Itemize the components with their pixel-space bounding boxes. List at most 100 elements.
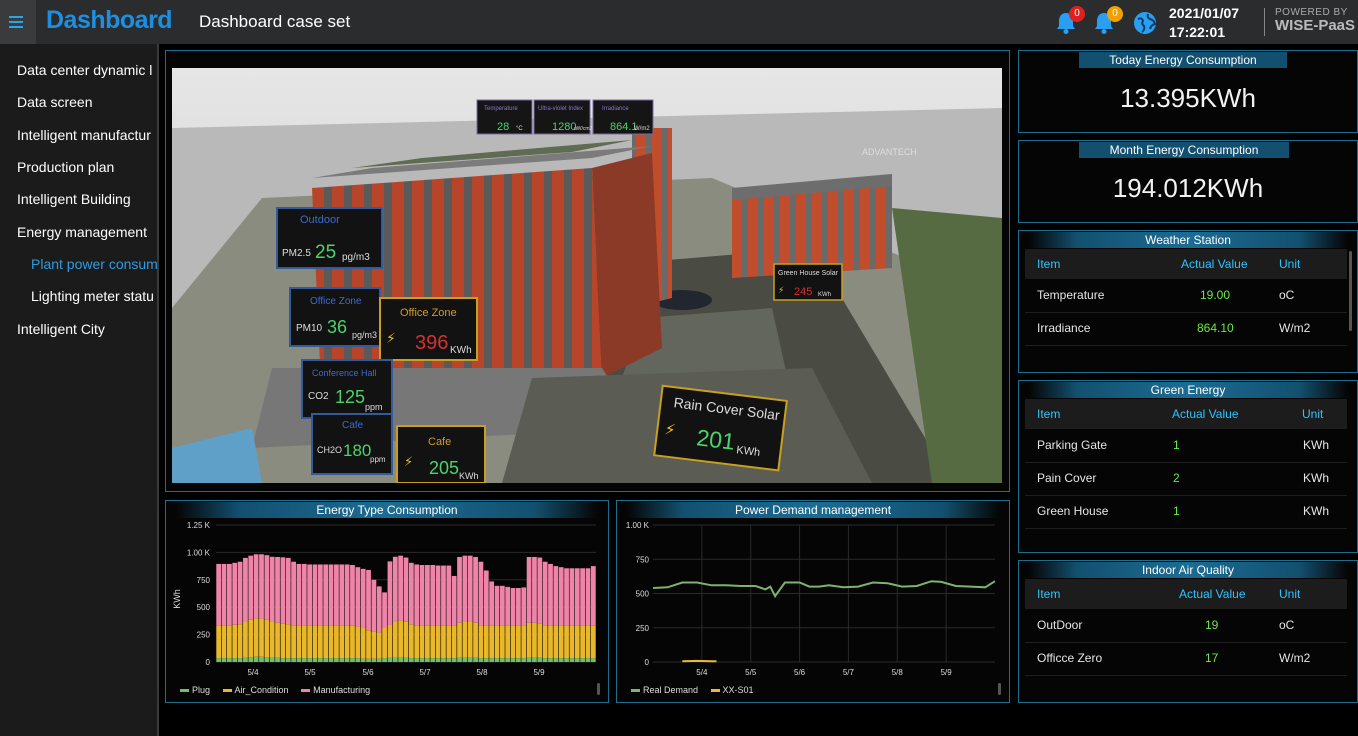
legend-scrollbar[interactable] (998, 683, 1001, 695)
rain-cover-solar-sign[interactable]: Rain Cover Solar ⚡ 201 KWh (653, 384, 788, 472)
bar-plug (221, 658, 227, 662)
legend-real-demand[interactable]: Real Demand (631, 685, 698, 695)
roof-sensor-uv-index[interactable]: Ultra-violet Index 1280 uW/cm2 (533, 99, 593, 135)
bar-manufacturing (398, 555, 404, 621)
indoor-air-quality-title: Indoor Air Quality (1029, 562, 1347, 578)
legend-scrollbar[interactable] (597, 683, 600, 695)
bar-air-condition (489, 625, 495, 659)
column-header-item[interactable]: Item (1037, 249, 1060, 279)
roof-sensor-temperature[interactable]: Temperature 28 °C (476, 99, 533, 135)
bar-air-condition (553, 625, 559, 659)
bar-air-condition (237, 624, 243, 659)
outdoor-metric: PM2.5 (282, 248, 311, 259)
column-header-unit[interactable]: Unit (1279, 579, 1300, 609)
brand-logo[interactable]: Dashboard (46, 6, 173, 35)
date-time-display: 2021/01/07 17:22:01 (1169, 4, 1239, 42)
sidebar-item-intelligent-building[interactable]: Intelligent Building (17, 191, 157, 207)
alert-bell-icon[interactable]: 0 (1091, 6, 1123, 36)
legend-xx-s01[interactable]: XX-S01 (710, 685, 754, 695)
legend-manufacturing[interactable]: Manufacturing (301, 685, 370, 695)
office-zone-aq-value: 36 (327, 317, 347, 337)
green-house-solar-title: Green House Solar (778, 270, 839, 277)
column-header-item[interactable]: Item (1037, 579, 1060, 609)
roof-sensor-irradiance[interactable]: Irradiance 864.1 W/m2 (592, 99, 654, 135)
conference-hall-co2-sign[interactable]: Conference Hall CO2 125 ppm (301, 359, 393, 419)
y-tick-label: 250 (197, 631, 211, 640)
bar-plug (532, 657, 537, 662)
office-zone-energy-unit: KWh (450, 345, 472, 356)
x-tick-label: 5/8 (476, 668, 488, 677)
cafe-energy-sign[interactable]: Cafe ⚡ 205 KWh (396, 425, 486, 483)
energy-type-consumption-chart[interactable]: 0 250 500 750 1.00 K 1.25 K KWh 5/4 5/5 5/6 5/7 5/8… (166, 519, 610, 689)
legend-plug[interactable]: Plug (180, 685, 210, 695)
legend-air-condition[interactable]: Air_Condition (222, 685, 289, 695)
column-header-actual-value[interactable]: Actual Value (1179, 579, 1246, 609)
bar-air-condition (371, 631, 377, 659)
bar-plug (317, 658, 323, 662)
bar-plug (392, 657, 398, 662)
bar-plug (328, 658, 334, 662)
column-header-actual-value[interactable]: Actual Value (1181, 249, 1248, 279)
bar-manufacturing (344, 564, 350, 626)
bar-manufacturing (248, 555, 254, 620)
office-zone-aq-title: Office Zone (310, 296, 362, 307)
sidebar-item-energy-management[interactable]: Energy management (17, 224, 157, 240)
column-header-unit[interactable]: Unit (1279, 249, 1300, 279)
notification-count-badge: 0 (1069, 6, 1085, 22)
bar-manufacturing (526, 557, 532, 623)
column-header-unit[interactable]: Unit (1302, 399, 1323, 429)
table-row: OutDoor 19 oC (1025, 609, 1347, 643)
bar-manufacturing (590, 566, 596, 626)
row-value: 864.10 (1197, 321, 1234, 335)
green-house-solar-value: 245 (794, 286, 812, 298)
bar-plug (360, 658, 366, 662)
bar-air-condition (419, 625, 425, 659)
outdoor-pm25-sign[interactable]: Outdoor PM2.5 25 pg/m3 (276, 207, 383, 269)
hamburger-menu-button[interactable] (0, 0, 36, 44)
bar-plug (510, 658, 516, 662)
office-zone-energy-sign[interactable]: Office Zone ⚡ 396 KWh (379, 297, 478, 361)
bar-air-condition (301, 625, 307, 659)
office-zone-pm10-sign[interactable]: Office Zone PM10 36 pg/m3 (289, 287, 381, 347)
sidebar-item-data-screen[interactable]: Data screen (17, 94, 157, 110)
bar-plug (398, 657, 404, 662)
bar-air-condition (446, 625, 452, 659)
bar-plug (387, 657, 393, 662)
bar-air-condition (376, 632, 382, 659)
power-demand-chart[interactable]: 0 250 500 750 1.00 K 5/4 5/5 5/6 5/7 5/8 5/9 (617, 519, 1011, 689)
table-row: Temperature 19.00 oC (1025, 279, 1347, 313)
row-item: OutDoor (1037, 618, 1083, 632)
sidebar-divider (157, 44, 159, 736)
lightning-icon: ⚡ (778, 285, 784, 295)
globe-icon[interactable] (1133, 11, 1157, 40)
green-house-solar-sign[interactable]: Green House Solar ⚡ 245 KWh (773, 263, 843, 301)
sidebar-item-data-center[interactable]: Data center dynamic l (17, 62, 157, 78)
sidebar-item-production-plan[interactable]: Production plan (17, 159, 157, 175)
green-energy-panel: Green Energy Item Actual Value Unit Park… (1018, 380, 1358, 553)
sidebar-item-intelligent-city[interactable]: Intelligent City (17, 321, 157, 337)
top-bar: Dashboard Dashboard case set 0 0 2021/01… (0, 0, 1358, 44)
building-3d-scene[interactable]: ADVANTECH Temperature 28 °C Ultra-violet… (172, 68, 1002, 483)
rain-cover-solar-value: 201 (695, 424, 736, 454)
bar-plug (296, 658, 302, 662)
lightning-icon: ⚡ (386, 330, 396, 346)
sidebar-item-plant-power[interactable]: Plant power consum (31, 256, 157, 272)
bar-manufacturing (269, 556, 275, 622)
lightning-icon: ⚡ (404, 454, 413, 469)
column-header-actual-value[interactable]: Actual Value (1172, 399, 1239, 429)
bar-air-condition (542, 625, 548, 659)
sidebar-item-lighting-meter[interactable]: Lighting meter statu (31, 288, 157, 304)
sidebar-item-intelligent-manufacturing[interactable]: Intelligent manufactur (17, 127, 157, 143)
column-header-item[interactable]: Item (1037, 399, 1060, 429)
bar-air-condition (430, 625, 436, 659)
table-scrollbar[interactable] (1349, 251, 1352, 331)
bar-manufacturing (334, 564, 339, 626)
today-energy-value: 13.395KWh (1120, 83, 1256, 113)
conference-hall-value: 125 (335, 387, 365, 407)
row-unit: KWh (1303, 504, 1330, 518)
cafe-ch2o-sign[interactable]: Cafe CH2O 180 ppm (311, 413, 393, 475)
bar-plug (376, 658, 382, 662)
notification-bell-icon[interactable]: 0 (1053, 6, 1085, 36)
bar-manufacturing (425, 565, 430, 626)
bar-air-condition (505, 625, 511, 659)
